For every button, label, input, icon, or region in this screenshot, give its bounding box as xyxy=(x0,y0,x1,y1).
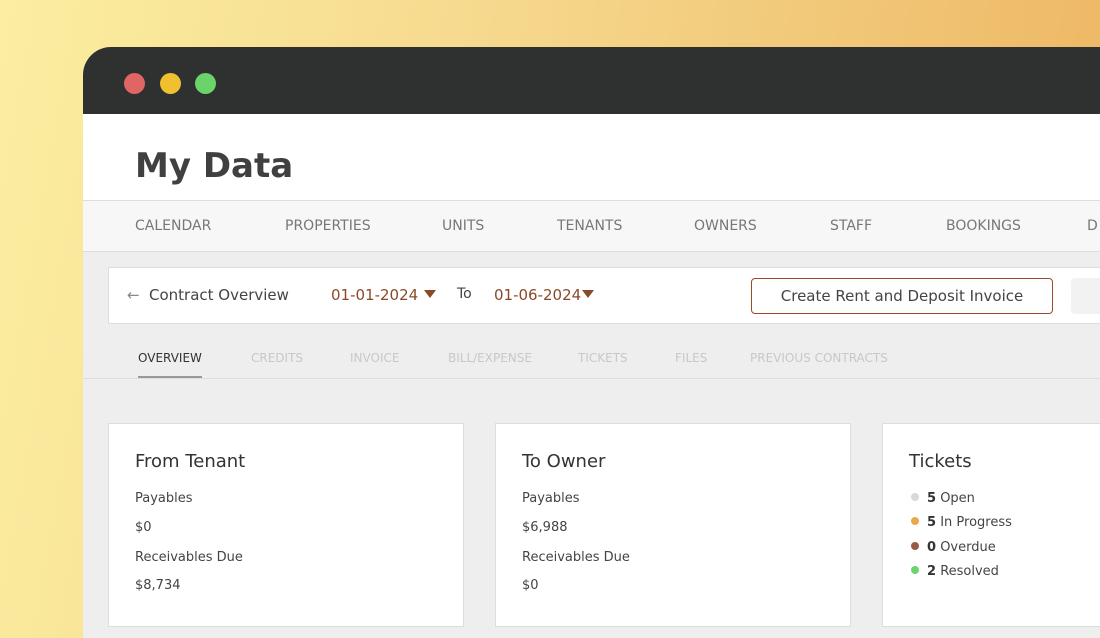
status-dot-icon xyxy=(911,566,919,574)
caret-down-icon xyxy=(582,290,595,298)
to-owner-card: To Owner Payables $6,988 Receivables Due… xyxy=(495,423,851,627)
card-title: To Owner xyxy=(522,451,606,472)
from-tenant-card: From Tenant Payables $0 Receivables Due … xyxy=(108,423,464,627)
ticket-count: 2 xyxy=(927,564,937,579)
tab-tickets[interactable]: TICKETS xyxy=(578,351,628,365)
ticket-status-resolved: 2 Resolved xyxy=(911,564,999,579)
tab-bill-expense[interactable]: BILL/EXPENSE xyxy=(448,351,532,365)
status-dot-icon xyxy=(911,542,919,550)
payables-value: $6,988 xyxy=(522,520,568,535)
secondary-button[interactable] xyxy=(1071,278,1100,314)
card-title: Tickets xyxy=(909,451,972,472)
tab-credits[interactable]: CREDITS xyxy=(251,351,303,365)
page-title: My Data xyxy=(135,146,294,186)
ticket-count: 5 xyxy=(927,491,937,506)
contract-toolbar: ← Contract Overview 01-01-2024 To 01-06-… xyxy=(108,267,1100,324)
nav-bookings[interactable]: BOOKINGS xyxy=(946,218,1021,234)
create-invoice-button[interactable]: Create Rent and Deposit Invoice xyxy=(751,278,1053,314)
ticket-count: 5 xyxy=(927,515,937,530)
status-dot-icon xyxy=(911,493,919,501)
nav-more[interactable]: D xyxy=(1087,218,1098,234)
to-label: To xyxy=(457,286,472,302)
nav-staff[interactable]: STAFF xyxy=(830,218,872,234)
to-date-select[interactable]: 01-06-2024 xyxy=(494,286,595,304)
receivables-label: Receivables Due xyxy=(522,550,630,565)
ticket-label: Overdue xyxy=(940,540,996,555)
ticket-count: 0 xyxy=(927,540,937,555)
caret-down-icon xyxy=(424,290,437,298)
receivables-value: $8,734 xyxy=(135,578,181,593)
tab-overview[interactable]: OVERVIEW xyxy=(138,351,202,378)
ticket-label: Open xyxy=(940,491,975,506)
ticket-status-open: 5 Open xyxy=(911,491,975,506)
ticket-label: Resolved xyxy=(940,564,999,579)
from-date-select[interactable]: 01-01-2024 xyxy=(331,286,437,304)
to-date-value: 01-06-2024 xyxy=(494,286,582,304)
contract-tabs: OVERVIEW CREDITS INVOICE BILL/EXPENSE TI… xyxy=(83,339,1100,379)
title-bar xyxy=(83,47,1100,114)
ticket-status-overdue: 0 Overdue xyxy=(911,540,996,555)
payables-value: $0 xyxy=(135,520,152,535)
receivables-value: $0 xyxy=(522,578,539,593)
nav-properties[interactable]: PROPERTIES xyxy=(285,218,371,234)
arrow-left-icon[interactable]: ← xyxy=(127,286,140,304)
tab-files[interactable]: FILES xyxy=(675,351,707,365)
status-dot-icon xyxy=(911,517,919,525)
main-nav: CALENDAR PROPERTIES UNITS TENANTS OWNERS… xyxy=(83,200,1100,252)
from-date-value: 01-01-2024 xyxy=(331,286,419,304)
page-header: My Data xyxy=(83,114,1100,200)
nav-units[interactable]: UNITS xyxy=(442,218,484,234)
close-window-button[interactable] xyxy=(124,73,145,94)
nav-calendar[interactable]: CALENDAR xyxy=(135,218,211,234)
payables-label: Payables xyxy=(135,491,193,506)
tickets-card: Tickets 5 Open 5 In Progress 0 Overdue 2… xyxy=(882,423,1100,627)
nav-tenants[interactable]: TENANTS xyxy=(557,218,622,234)
tab-previous-contracts[interactable]: PREVIOUS CONTRACTS xyxy=(750,351,888,365)
contract-overview-title: Contract Overview xyxy=(149,286,289,304)
receivables-label: Receivables Due xyxy=(135,550,243,565)
tab-invoice[interactable]: INVOICE xyxy=(350,351,399,365)
maximize-window-button[interactable] xyxy=(195,73,216,94)
payables-label: Payables xyxy=(522,491,580,506)
ticket-status-in-progress: 5 In Progress xyxy=(911,515,1012,530)
app-window: My Data CALENDAR PROPERTIES UNITS TENANT… xyxy=(83,47,1100,638)
minimize-window-button[interactable] xyxy=(160,73,181,94)
card-title: From Tenant xyxy=(135,451,246,472)
ticket-label: In Progress xyxy=(940,515,1012,530)
nav-owners[interactable]: OWNERS xyxy=(694,218,757,234)
